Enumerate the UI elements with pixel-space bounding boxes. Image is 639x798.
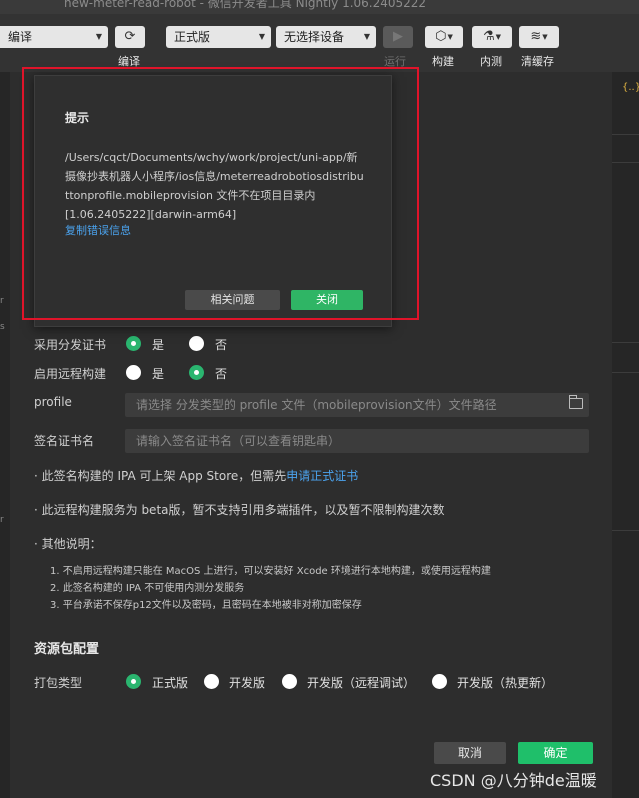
detail-item: 3. 平台承诺不保存p12文件以及密码，且密码在本地被非对称加密保存 xyxy=(50,600,362,611)
json-bracket-icon: {..} xyxy=(622,82,639,93)
compile-mode-select[interactable]: 编译 ▼ xyxy=(0,26,108,48)
remote-build-no-label: 否 xyxy=(215,367,228,381)
toolbar: 编译 ▼ ⟳ 编译 正式版 ▼ 无选择设备 ▼ ▶ 运行 ⬡▼ 构建 ⚗▼ 内测… xyxy=(0,14,639,72)
compile-button[interactable]: ⟳ xyxy=(115,26,145,48)
chevron-down-icon: ▼ xyxy=(495,33,502,41)
confirm-button[interactable]: 确定 xyxy=(518,742,593,764)
compile-mode-value: 编译 xyxy=(8,30,33,44)
window-title: new-meter-read-robot - 微信开发者工具 Nightly 1… xyxy=(64,0,427,10)
package-type-hot-update-radio[interactable] xyxy=(432,674,447,689)
edge-glyph: r xyxy=(0,515,4,525)
build-label: 构建 xyxy=(432,55,454,68)
highlight-annotation-box xyxy=(22,67,419,320)
note-app-store-text: · 此签名构建的 IPA 可上架 App Store，但需先 xyxy=(34,469,287,483)
watermark: CSDN @八分钟de温暖 xyxy=(430,771,597,790)
cert-name-input[interactable]: 请输入签名证书名（可以查看钥匙串） xyxy=(125,429,589,453)
resource-section-title: 资源包配置 xyxy=(34,642,100,657)
note-app-store: · 此签名构建的 IPA 可上架 App Store，但需先申请正式证书 xyxy=(34,467,358,484)
dist-cert-no-label: 否 xyxy=(215,338,228,352)
package-type-label: 打包类型 xyxy=(34,676,83,690)
profile-input[interactable]: 请选择 分发类型的 profile 文件（mobileprovision文件）文… xyxy=(125,393,589,417)
divider xyxy=(612,134,639,135)
play-icon: ▶ xyxy=(393,29,403,44)
test-button[interactable]: ⚗▼ xyxy=(472,26,512,48)
divider xyxy=(612,372,639,373)
window-titlebar: new-meter-read-robot - 微信开发者工具 Nightly 1… xyxy=(0,0,639,14)
right-panel-edge: {..} xyxy=(612,72,639,798)
remote-build-yes-radio[interactable] xyxy=(126,365,141,380)
cube-icon: ⬡ xyxy=(435,29,447,44)
divider xyxy=(612,530,639,531)
chevron-down-icon: ▼ xyxy=(258,32,265,41)
edge-glyph: s xyxy=(0,322,5,332)
package-type-dev-radio[interactable] xyxy=(204,674,219,689)
remote-build-label: 启用远程构建 xyxy=(34,367,107,381)
build-button[interactable]: ⬡▼ xyxy=(425,26,463,48)
divider xyxy=(612,342,639,343)
package-type-remote-debug-radio[interactable] xyxy=(282,674,297,689)
package-type-remote-debug-label: 开发版（远程调试） xyxy=(307,676,416,690)
detail-item: 1. 不启用远程构建只能在 MacOS 上进行，可以安装好 Xcode 环境进行… xyxy=(50,566,491,577)
profile-placeholder: 请选择 分发类型的 profile 文件（mobileprovision文件）文… xyxy=(136,398,497,412)
device-select-value: 无选择设备 xyxy=(284,30,345,44)
divider xyxy=(612,162,639,163)
clear-cache-label: 清缓存 xyxy=(521,55,554,68)
folder-icon[interactable] xyxy=(569,395,583,409)
remote-build-yes-label: 是 xyxy=(152,367,165,381)
chevron-down-icon: ▼ xyxy=(542,33,548,41)
cert-name-label: 签名证书名 xyxy=(34,434,95,448)
package-type-hot-update-label: 开发版（热更新） xyxy=(457,676,554,690)
device-select[interactable]: 无选择设备 ▼ xyxy=(276,26,376,48)
chevron-down-icon: ▼ xyxy=(447,33,453,41)
package-type-release-label: 正式版 xyxy=(152,676,189,690)
env-select[interactable]: 正式版 ▼ xyxy=(166,26,271,48)
chevron-down-icon: ▼ xyxy=(363,32,370,41)
dist-cert-label: 采用分发证书 xyxy=(34,338,107,352)
clear-cache-button[interactable]: ≋▼ xyxy=(519,26,559,48)
dist-cert-yes-radio[interactable] xyxy=(126,336,141,351)
test-label: 内测 xyxy=(480,55,502,68)
remote-build-no-radio[interactable] xyxy=(189,365,204,380)
apply-cert-link[interactable]: 申请正式证书 xyxy=(286,469,358,483)
dist-cert-yes-label: 是 xyxy=(152,338,165,352)
edge-glyph: r xyxy=(0,296,4,306)
package-type-dev-label: 开发版 xyxy=(229,676,266,690)
chevron-down-icon: ▼ xyxy=(95,32,102,41)
left-sidebar-edge xyxy=(0,72,10,798)
note-beta: · 此远程构建服务为 beta版，暂不支持引用多端插件，以及暂不限制构建次数 xyxy=(34,503,445,517)
detail-item: 2. 此签名构建的 IPA 不可使用内测分发服务 xyxy=(50,583,245,594)
dist-cert-no-radio[interactable] xyxy=(189,336,204,351)
flask-icon: ⚗ xyxy=(482,29,495,44)
profile-label: profile xyxy=(34,395,72,409)
cancel-button[interactable]: 取消 xyxy=(434,742,506,764)
layers-icon: ≋ xyxy=(530,29,542,44)
env-select-value: 正式版 xyxy=(174,30,211,44)
note-other: · 其他说明： xyxy=(34,537,102,551)
refresh-icon: ⟳ xyxy=(124,29,136,44)
run-button[interactable]: ▶ xyxy=(383,26,413,48)
cert-name-placeholder: 请输入签名证书名（可以查看钥匙串） xyxy=(136,434,341,448)
package-type-release-radio[interactable] xyxy=(126,674,141,689)
